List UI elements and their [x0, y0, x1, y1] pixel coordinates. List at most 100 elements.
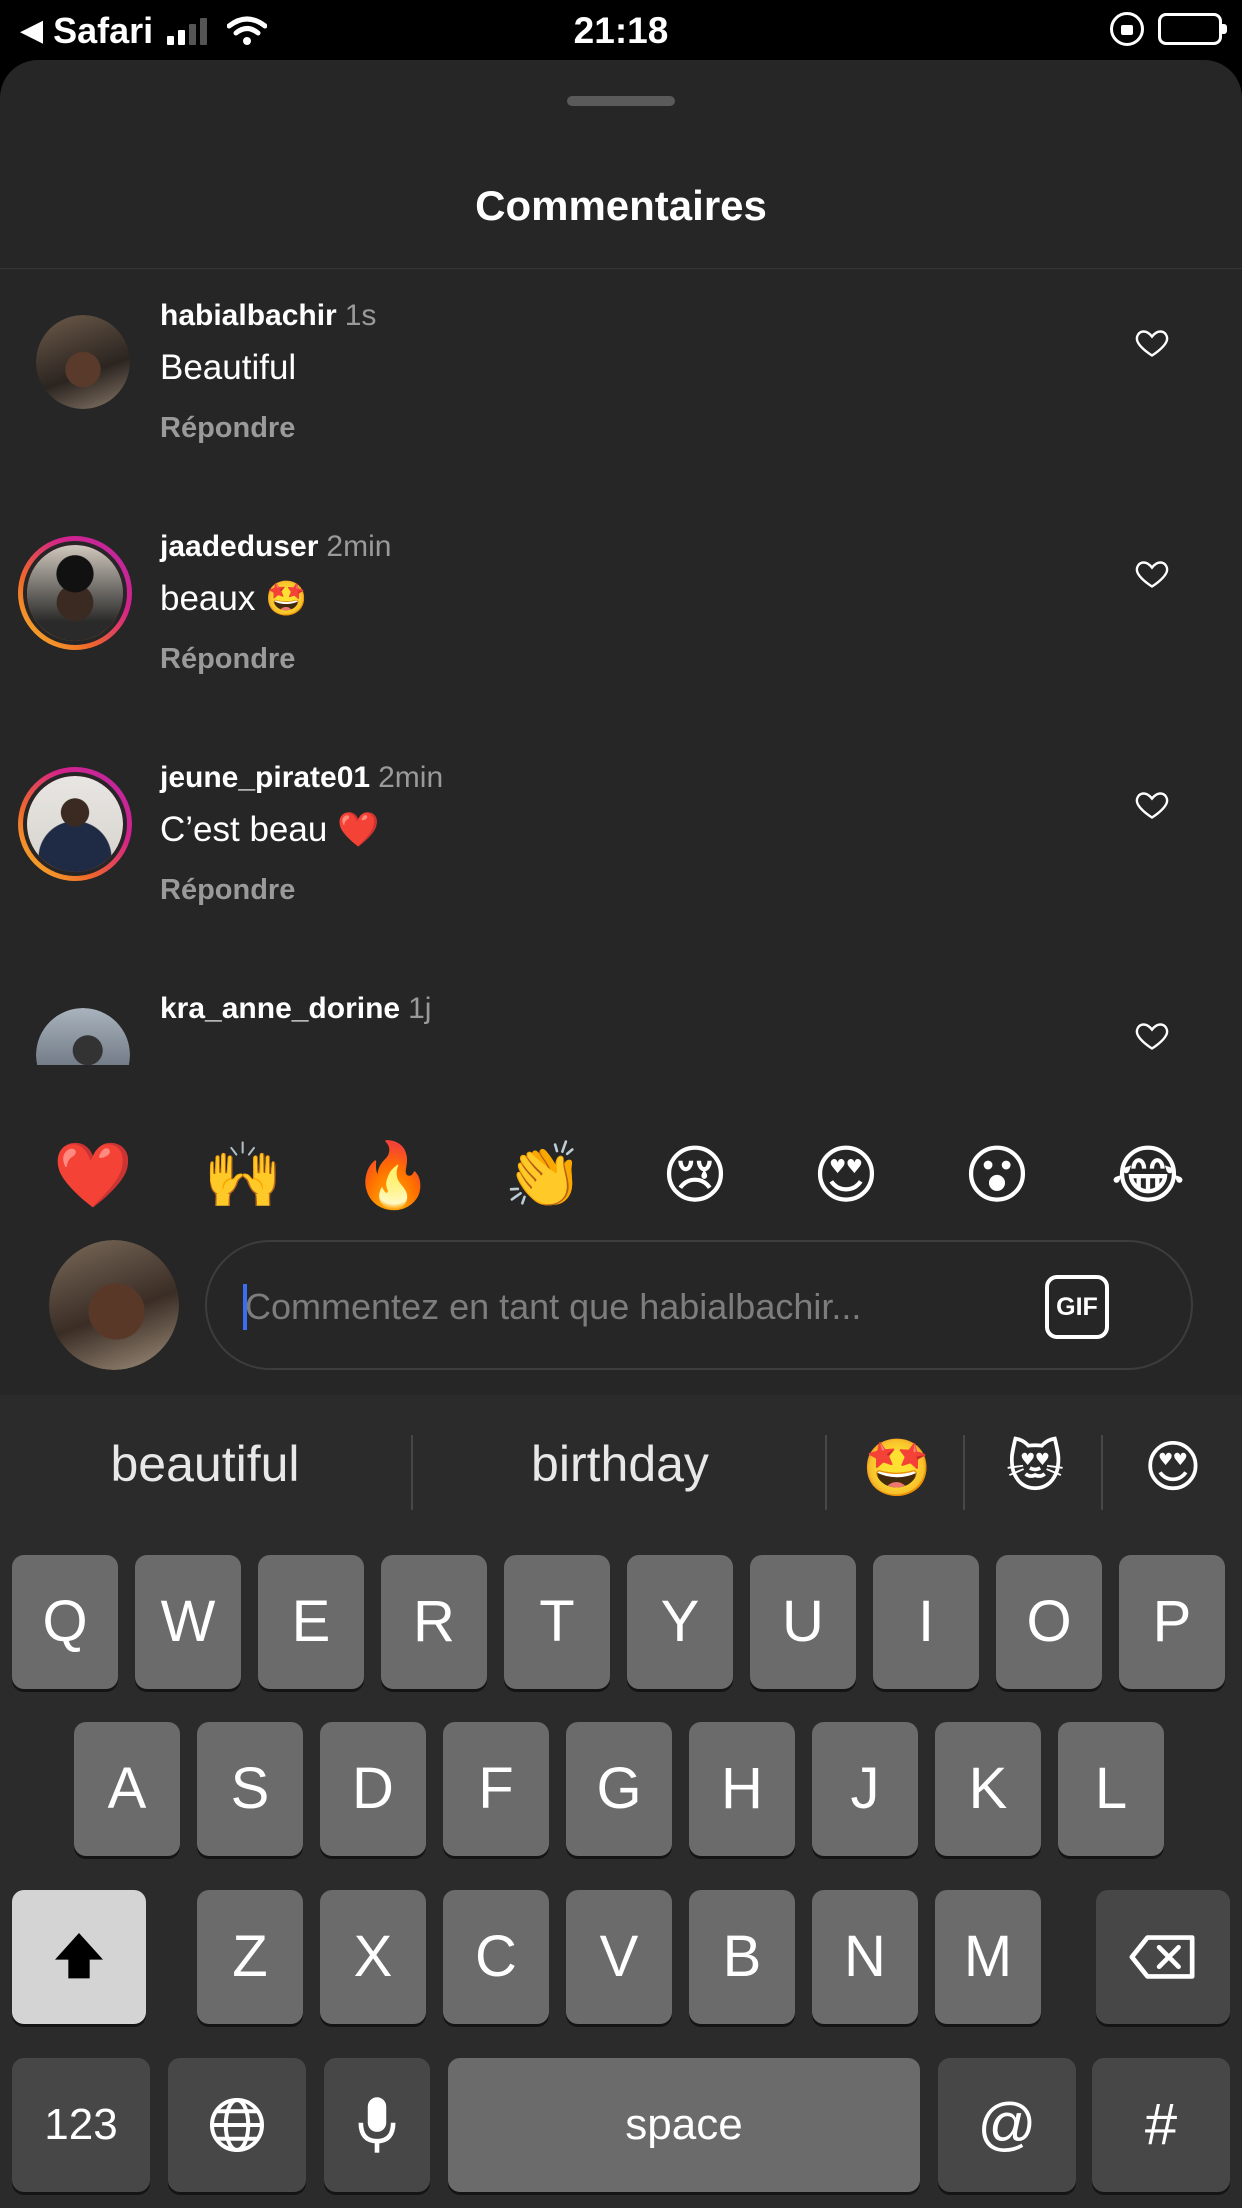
- suggestion-emoji[interactable]: 😻: [995, 1435, 1075, 1505]
- key-k[interactable]: K: [935, 1722, 1041, 1856]
- divider: [825, 1435, 827, 1510]
- comment-text: C’est beau ❤️: [160, 810, 380, 850]
- suggestion-emoji[interactable]: 🤩: [857, 1435, 937, 1505]
- numbers-key[interactable]: 123: [12, 2058, 150, 2192]
- key-r[interactable]: R: [381, 1555, 487, 1689]
- key-q[interactable]: Q: [12, 1555, 118, 1689]
- red-heart-emoji: ❤️: [337, 810, 380, 850]
- avatar[interactable]: [36, 315, 130, 409]
- suggestion-word[interactable]: birthday: [455, 1435, 785, 1493]
- suggestion-bar: beautiful birthday 🤩 😻 😍: [0, 1395, 1242, 1545]
- comment-item: jaadeduser 2min beaux 🤩 Répondre: [0, 501, 1242, 732]
- comments-sheet: Commentaires habialbachir 1s Beautiful Ré…: [0, 60, 1242, 1395]
- keyboard: beautiful birthday 🤩 😻 😍 Q W E R T Y U I…: [0, 1395, 1242, 2208]
- backspace-icon: [1129, 1935, 1195, 1979]
- reply-button[interactable]: Répondre: [160, 874, 295, 907]
- divider: [0, 268, 1242, 269]
- delete-key[interactable]: [1096, 1890, 1230, 2024]
- quick-reactions: ❤️ 🙌 🔥 👏 😢 😍 😮 😂: [0, 1126, 1242, 1230]
- comment-username[interactable]: jaadeduser: [160, 530, 318, 563]
- surprised-face-reaction[interactable]: 😮: [947, 1126, 1047, 1226]
- status-bar: ◀ Safari 21:18: [0, 0, 1242, 62]
- key-y[interactable]: Y: [627, 1555, 733, 1689]
- comment-time: 2min: [326, 530, 392, 563]
- clock: 21:18: [573, 10, 669, 51]
- comment-time: 2min: [378, 761, 444, 794]
- current-user-avatar: [49, 1240, 179, 1370]
- key-m[interactable]: M: [935, 1890, 1041, 2024]
- key-d[interactable]: D: [320, 1722, 426, 1856]
- avatar[interactable]: [36, 1008, 130, 1065]
- fire-reaction[interactable]: 🔥: [343, 1126, 443, 1226]
- key-j[interactable]: J: [812, 1722, 918, 1856]
- key-u[interactable]: U: [750, 1555, 856, 1689]
- divider: [963, 1435, 965, 1510]
- key-z[interactable]: Z: [197, 1890, 303, 2024]
- clapping-hands-reaction[interactable]: 👏: [494, 1126, 594, 1226]
- shift-arrow-icon: [55, 1933, 103, 1979]
- tears-of-joy-reaction[interactable]: 😂: [1098, 1126, 1198, 1226]
- comment-item: jeune_pirate01 2min C’est beau ❤️ Répondr…: [0, 732, 1242, 963]
- key-c[interactable]: C: [443, 1890, 549, 2024]
- key-f[interactable]: F: [443, 1722, 549, 1856]
- comment-item: habialbachir 1s Beautiful Répondre: [0, 270, 1242, 501]
- key-e[interactable]: E: [258, 1555, 364, 1689]
- key-s[interactable]: S: [197, 1722, 303, 1856]
- suggestion-word[interactable]: beautiful: [40, 1435, 370, 1493]
- key-t[interactable]: T: [504, 1555, 610, 1689]
- orientation-lock-icon: [1110, 12, 1144, 46]
- heart-icon[interactable]: [1134, 555, 1170, 591]
- raising-hands-reaction[interactable]: 🙌: [193, 1126, 293, 1226]
- comment-composer: Commentez en tant que habialbachir... GI…: [0, 1240, 1242, 1390]
- space-key[interactable]: space: [448, 2058, 920, 2192]
- comment-username[interactable]: habialbachir: [160, 299, 337, 332]
- reply-button[interactable]: Répondre: [160, 412, 295, 445]
- avatar[interactable]: [18, 536, 132, 650]
- heart-icon[interactable]: [1134, 324, 1170, 360]
- hash-key[interactable]: #: [1092, 2058, 1230, 2192]
- key-o[interactable]: O: [996, 1555, 1102, 1689]
- key-b[interactable]: B: [689, 1890, 795, 2024]
- comment-text: beaux 🤩: [160, 579, 308, 619]
- heart-icon[interactable]: [1134, 786, 1170, 822]
- key-i[interactable]: I: [873, 1555, 979, 1689]
- avatar[interactable]: [18, 767, 132, 881]
- at-key[interactable]: @: [938, 2058, 1076, 2192]
- comment-username[interactable]: jeune_pirate01: [160, 761, 370, 794]
- star-struck-emoji: 🤩: [265, 579, 308, 619]
- microphone-icon: [358, 2097, 396, 2153]
- sheet-title: Commentaires: [475, 182, 767, 229]
- key-p[interactable]: P: [1119, 1555, 1225, 1689]
- suggestion-emoji[interactable]: 😍: [1133, 1435, 1213, 1505]
- key-v[interactable]: V: [566, 1890, 672, 2024]
- comment-time: 1j: [408, 992, 432, 1025]
- key-w[interactable]: W: [135, 1555, 241, 1689]
- comment-input[interactable]: Commentez en tant que habialbachir... GI…: [205, 1240, 1193, 1370]
- divider: [1101, 1435, 1103, 1510]
- reply-button[interactable]: Répondre: [160, 643, 295, 676]
- gif-button[interactable]: GIF: [1045, 1275, 1109, 1339]
- comment-text: Beautiful: [160, 348, 297, 387]
- key-h[interactable]: H: [689, 1722, 795, 1856]
- divider: [411, 1435, 413, 1510]
- comment-item: kra_anne_dorine 1j: [0, 963, 1242, 1065]
- key-l[interactable]: L: [1058, 1722, 1164, 1856]
- battery-icon: [1158, 13, 1227, 45]
- dictation-key[interactable]: [324, 2058, 430, 2192]
- comment-username[interactable]: kra_anne_dorine: [160, 992, 400, 1025]
- globe-key[interactable]: [168, 2058, 306, 2192]
- key-n[interactable]: N: [812, 1890, 918, 2024]
- globe-icon: [210, 2098, 264, 2152]
- key-g[interactable]: G: [566, 1722, 672, 1856]
- comment-time: 1s: [344, 299, 377, 332]
- comment-placeholder: Commentez en tant que habialbachir...: [245, 1286, 862, 1327]
- shift-key[interactable]: [12, 1890, 146, 2024]
- key-x[interactable]: X: [320, 1890, 426, 2024]
- heart-icon[interactable]: [1134, 1017, 1170, 1053]
- key-a[interactable]: A: [74, 1722, 180, 1856]
- crying-face-reaction[interactable]: 😢: [645, 1126, 745, 1226]
- sheet-grabber[interactable]: [567, 96, 675, 106]
- heart-eyes-reaction[interactable]: 😍: [796, 1126, 896, 1226]
- comments-list[interactable]: habialbachir 1s Beautiful Répondre jaaded…: [0, 270, 1242, 1065]
- red-heart-reaction[interactable]: ❤️: [43, 1126, 143, 1226]
